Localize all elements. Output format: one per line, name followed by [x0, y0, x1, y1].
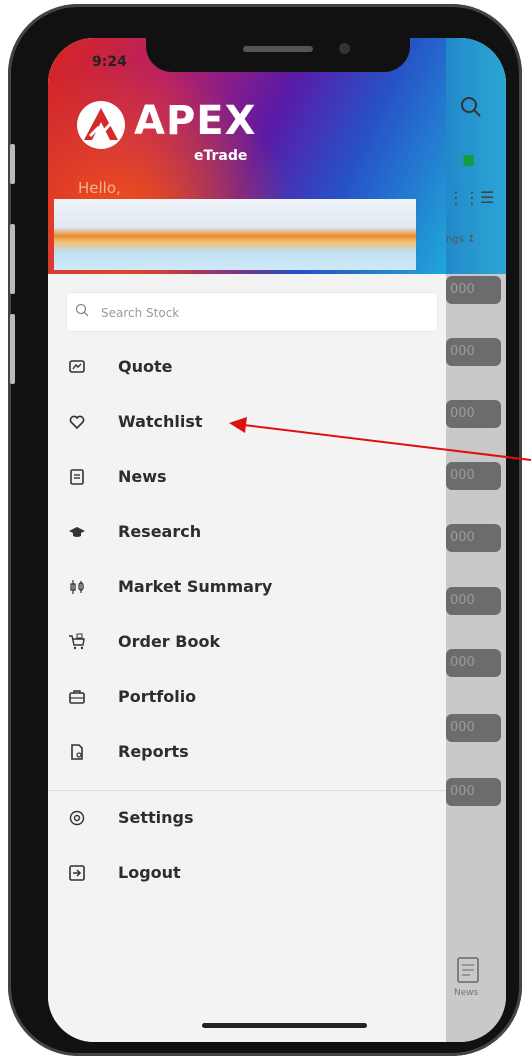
menu-label: Watchlist [118, 412, 203, 431]
drawer-header: 9:24 APEX eTrade Hello, [48, 38, 446, 274]
menu-label: Quote [118, 357, 173, 376]
volume-down-button [10, 314, 15, 384]
phone-frame: ■ ⋮⋮ ☰ ngs ↕ 000 000 000 000 000 000 000… [8, 4, 522, 1056]
logout-icon [69, 865, 85, 881]
search-icon [75, 303, 89, 317]
menu-label: Order Book [118, 632, 221, 651]
menu-label: Portfolio [118, 687, 197, 706]
front-camera [339, 43, 350, 54]
background-row-value[interactable]: 000 [446, 587, 501, 615]
graduation-cap-icon [69, 527, 85, 537]
background-row-value[interactable]: 000 [446, 400, 501, 428]
background-row-value[interactable]: 000 [446, 524, 501, 552]
briefcase-icon [69, 690, 85, 704]
phone-screen: ■ ⋮⋮ ☰ ngs ↕ 000 000 000 000 000 000 000… [48, 38, 506, 1042]
menu-label: Market Summary [118, 577, 273, 596]
menu-label: News [118, 467, 167, 486]
background-sort-label[interactable]: ngs ↕ [446, 234, 475, 245]
apex-logo-icon [77, 101, 125, 149]
status-time: 9:24 [92, 54, 127, 70]
brand-subtitle: eTrade [194, 148, 248, 164]
menu-label: Reports [118, 742, 189, 761]
menu-item-market-summary[interactable]: Market Summary [48, 566, 446, 610]
chart-screen-icon [69, 360, 85, 373]
background-row-value[interactable]: 000 [446, 714, 501, 742]
search-box[interactable] [67, 293, 437, 333]
background-status-icon: ■ [462, 152, 476, 168]
user-name-redacted [54, 199, 416, 270]
report-file-icon [71, 744, 83, 760]
volume-up-button [10, 224, 15, 294]
brand-name: APEX [134, 98, 257, 144]
background-row-value[interactable]: 000 [446, 338, 501, 366]
background-search-icon[interactable] [460, 96, 482, 123]
candlestick-icon [70, 580, 84, 594]
search-input[interactable] [99, 293, 423, 333]
background-row-value[interactable]: 000 [446, 778, 501, 806]
menu-item-portfolio[interactable]: Portfolio [48, 676, 446, 720]
menu-item-research[interactable]: Research [48, 511, 446, 555]
menu-divider [48, 790, 446, 791]
background-row-value[interactable]: 000 [446, 649, 501, 677]
background-grid-icon[interactable]: ⋮⋮ [448, 188, 480, 207]
menu-item-quote[interactable]: Quote [48, 346, 446, 390]
menu-item-reports[interactable]: Reports [48, 731, 446, 775]
cart-icon [69, 633, 85, 650]
mute-switch [10, 144, 15, 184]
navigation-drawer: 9:24 APEX eTrade Hello, Search Stock Quo… [48, 38, 446, 1042]
menu-item-watchlist[interactable]: Watchlist [48, 401, 446, 445]
background-news-tab-icon[interactable] [456, 956, 480, 988]
menu-label: Research [118, 522, 202, 541]
menu-label: Settings [118, 808, 194, 827]
gear-icon [69, 810, 85, 826]
background-news-tab-label[interactable]: News [454, 988, 478, 998]
background-row-value[interactable]: 000 [446, 462, 501, 490]
background-row-value[interactable]: 000 [446, 276, 501, 304]
home-indicator [202, 1023, 367, 1028]
menu-label: Logout [118, 863, 181, 882]
menu-item-order-book[interactable]: Order Book [48, 621, 446, 665]
background-list-icon[interactable]: ☰ [480, 188, 494, 207]
menu-item-news[interactable]: News [48, 456, 446, 500]
notch [146, 38, 410, 72]
menu-item-settings[interactable]: Settings [48, 797, 446, 841]
news-icon [70, 469, 84, 485]
heart-icon [69, 415, 85, 430]
greeting: Hello, [78, 179, 121, 197]
speaker [243, 46, 313, 52]
menu-item-logout[interactable]: Logout [48, 852, 446, 896]
